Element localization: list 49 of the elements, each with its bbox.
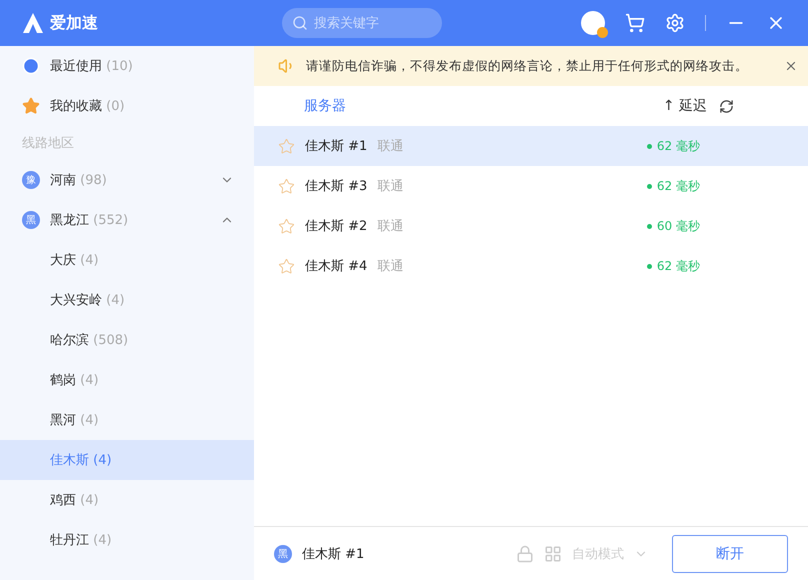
- region-item[interactable]: 黑 黑龙江 (552): [0, 200, 254, 240]
- sidebar-item[interactable]: 最近使用 (10): [0, 46, 254, 86]
- search-icon: [292, 15, 308, 31]
- isp-label: 联通: [377, 178, 404, 195]
- app-name: 爱加速: [50, 12, 98, 34]
- avatar-icon[interactable]: [581, 11, 605, 35]
- star-icon[interactable]: [278, 138, 295, 154]
- search-input[interactable]: 搜索关键字: [312, 14, 422, 32]
- grid-icon: [544, 544, 562, 562]
- region-item[interactable]: 豫 河南 (98): [0, 160, 254, 200]
- star-icon[interactable]: [278, 218, 295, 234]
- cart-icon[interactable]: [625, 13, 645, 33]
- latency-value: 62 毫秒: [646, 138, 700, 154]
- region-badge: 豫: [22, 171, 40, 189]
- city-item[interactable]: 鹤岗 (4): [0, 360, 254, 400]
- city-item[interactable]: 牡丹江 (4): [0, 520, 254, 560]
- latency-value: 60 毫秒: [646, 218, 700, 234]
- column-header[interactable]: 服务器: [304, 97, 346, 115]
- city-item[interactable]: 大兴安岭 (4): [0, 280, 254, 320]
- refresh-icon[interactable]: [719, 98, 734, 114]
- star-icon: [22, 97, 40, 115]
- star-icon[interactable]: [278, 258, 295, 274]
- column-header[interactable]: ↑ 延迟: [662, 97, 707, 115]
- isp-label: 联通: [377, 218, 404, 235]
- server-row[interactable]: 佳木斯 #1 联通 62 毫秒: [254, 126, 808, 166]
- isp-label: 联通: [377, 138, 404, 155]
- city-item[interactable]: 黑河 (4): [0, 400, 254, 440]
- sidebar-item[interactable]: 我的收藏 (0): [0, 86, 254, 126]
- disconnect-button[interactable]: 断开: [672, 534, 788, 572]
- city-item[interactable]: 哈尔滨 (508): [0, 320, 254, 360]
- region-badge: 黑: [274, 544, 292, 562]
- server-name: 佳木斯 #3: [305, 178, 368, 195]
- server-name: 佳木斯 #2: [305, 218, 368, 235]
- settings-icon[interactable]: [665, 13, 685, 33]
- logo-icon: [22, 12, 44, 34]
- city-item[interactable]: 鸡西 (4): [0, 480, 254, 520]
- connected-server: 佳木斯 #1: [302, 546, 364, 562]
- close-icon[interactable]: [784, 59, 798, 73]
- isp-label: 联通: [377, 258, 404, 275]
- notice-text: 请谨防电信诈骗，不得发布虚假的网络言论，禁止用于任何形式的网络攻击。: [306, 58, 749, 74]
- latency-value: 62 毫秒: [646, 258, 700, 274]
- star-icon[interactable]: [278, 178, 295, 194]
- server-name: 佳木斯 #4: [305, 258, 368, 275]
- search-field[interactable]: 搜索关键字: [282, 8, 442, 38]
- latency-value: 62 毫秒: [646, 178, 700, 194]
- section-label: 线路地区: [21, 135, 75, 153]
- server-name: 佳木斯 #1: [305, 138, 368, 155]
- region-badge: 黑: [22, 211, 40, 229]
- city-item[interactable]: 大庆 (4): [0, 240, 254, 280]
